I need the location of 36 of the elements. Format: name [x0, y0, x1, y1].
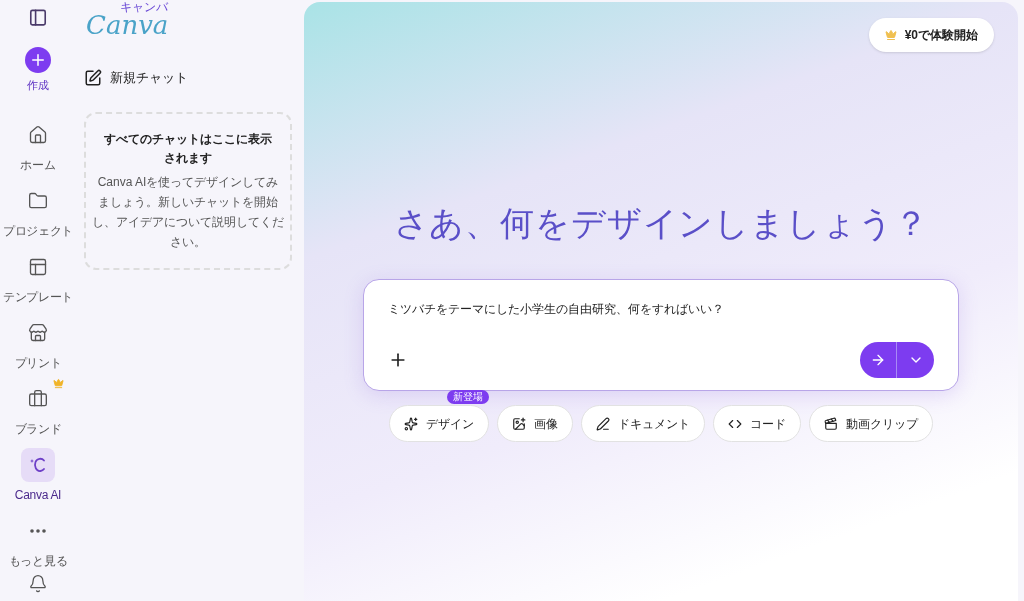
- empty-chats-title: すべてのチャットはここに表示されます: [103, 130, 273, 167]
- pen-icon: [596, 416, 610, 431]
- nav-item[interactable]: プロジェクト: [0, 179, 76, 244]
- nav-item[interactable]: Canva AI: [0, 443, 76, 508]
- free-trial-button[interactable]: ¥0で体験開始: [868, 18, 994, 52]
- sparkle-icon: [404, 416, 418, 431]
- sidebar-toggle-icon[interactable]: [28, 8, 48, 28]
- nav-item[interactable]: ホーム: [0, 113, 76, 178]
- home-icon: [28, 124, 48, 145]
- nav-item[interactable]: プリント: [0, 311, 76, 376]
- main-heading: さあ、何をデザインしましょう？: [393, 203, 929, 244]
- edit-icon: [84, 68, 102, 87]
- mode-chip[interactable]: コード: [713, 405, 801, 442]
- new-badge: 新登場: [447, 390, 489, 404]
- mode-chip[interactable]: デザイン: [389, 405, 489, 442]
- layout-icon: [28, 256, 48, 277]
- bell-icon[interactable]: [28, 573, 48, 593]
- empty-chats-text: Canva AIを使ってデザインしてみましょう。新しいチャットを開始し、アイデアについて説明してください。: [92, 173, 284, 251]
- mode-chip[interactable]: 画像: [497, 405, 573, 442]
- mode-chip[interactable]: ドキュメント: [581, 405, 705, 442]
- new-chat-button[interactable]: 新規チャット: [84, 68, 292, 88]
- nav-item[interactable]: テンプレート: [0, 245, 76, 310]
- crown-icon: [53, 377, 64, 389]
- image-icon: [512, 416, 526, 431]
- store-icon: [28, 322, 48, 343]
- crown-icon: [884, 29, 897, 41]
- nav-item[interactable]: ブランド: [0, 377, 76, 442]
- canva-logo[interactable]: Canva キャンバ: [84, 0, 174, 40]
- canva-ai-icon: [29, 455, 47, 474]
- prompt-input[interactable]: ミツバチをテーマにした小学生の自由研究、何をすればいい？: [388, 300, 934, 318]
- clapperboard-icon: [824, 416, 838, 431]
- mode-chip[interactable]: 動画クリップ: [809, 405, 933, 442]
- briefcase-icon: [28, 388, 48, 409]
- more-icon: [30, 528, 46, 533]
- nav-item[interactable]: もっと見る: [0, 509, 76, 574]
- folder-icon: [28, 190, 48, 211]
